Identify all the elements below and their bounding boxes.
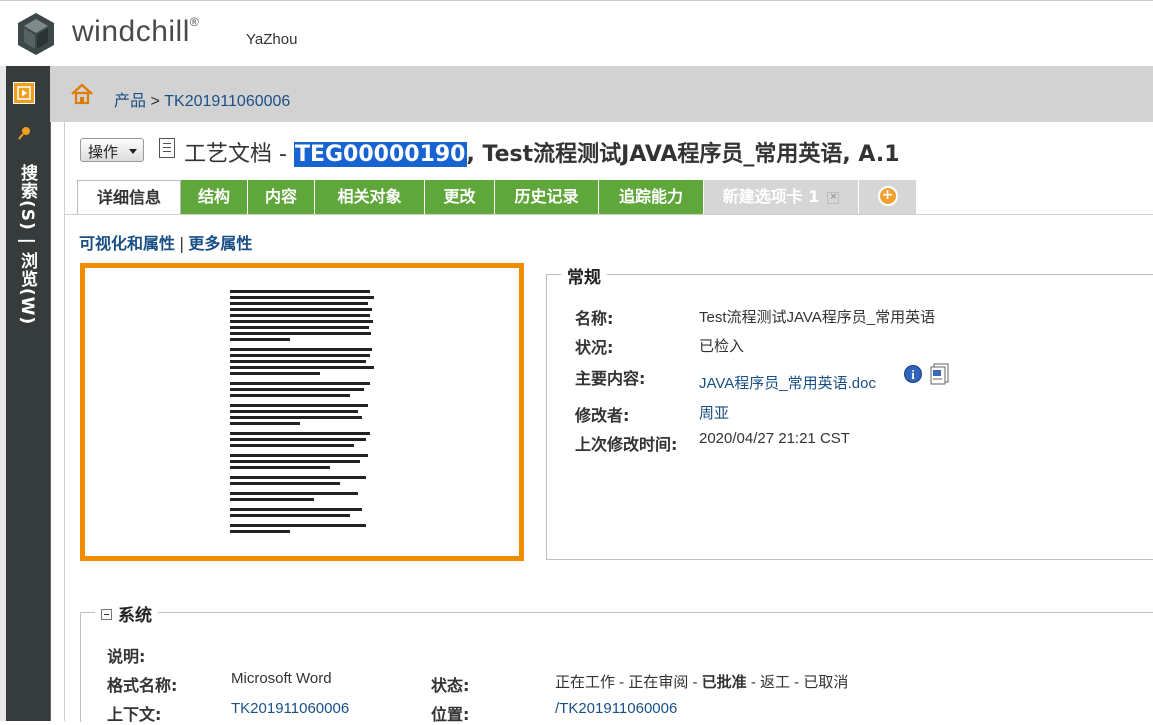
- last-modified-value: 2020/04/27 21:21 CST: [699, 430, 850, 447]
- info-icon[interactable]: i: [904, 365, 922, 383]
- pin-icon[interactable]: [18, 126, 32, 140]
- tab-history[interactable]: 历史记录: [495, 180, 599, 214]
- document-preview-image: [230, 290, 374, 533]
- attributes-subnav: 可视化和属性 | 更多属性: [79, 230, 252, 254]
- description-label: 说明:: [107, 647, 146, 666]
- title-name: , Test流程测试JAVA程序员_常用英语, A.1: [466, 142, 900, 167]
- home-icon[interactable]: [70, 83, 94, 105]
- breadcrumb: 产品 > TK201911060006: [114, 87, 290, 111]
- context-link[interactable]: TK201911060006: [231, 700, 349, 717]
- brand-name: windchill®: [72, 15, 200, 48]
- name-label: 名称:: [575, 309, 614, 328]
- more-attributes-link[interactable]: 更多属性: [188, 234, 252, 253]
- lifecycle-state-label: 状态:: [431, 676, 470, 695]
- location-link[interactable]: /TK201911060006: [555, 700, 677, 717]
- document-icon: [159, 138, 175, 158]
- context-label: 上下文:: [107, 705, 162, 724]
- collapse-icon[interactable]: [101, 609, 112, 620]
- main-content: 操作 工艺文档 - TEG00000190, Test流程测试JAVA程序员_常…: [64, 122, 1153, 724]
- expand-navigator-icon[interactable]: [13, 82, 35, 104]
- last-modified-label: 上次修改时间:: [575, 435, 678, 454]
- title-number: TEG00000190: [293, 142, 467, 167]
- chevron-down-icon: [129, 149, 137, 154]
- document-thumbnail[interactable]: [80, 263, 524, 561]
- format-value: Microsoft Word: [231, 670, 332, 687]
- windchill-logo-icon[interactable]: [14, 11, 58, 57]
- primary-content-link[interactable]: JAVA程序员_常用英语.doc: [699, 372, 876, 393]
- add-icon: +: [877, 186, 898, 206]
- title-type: 工艺文档 -: [184, 142, 294, 167]
- breadcrumb-separator: >: [150, 93, 160, 110]
- tab-traceability[interactable]: 追踪能力: [599, 180, 704, 214]
- app-header: windchill® YaZhou: [0, 0, 1153, 67]
- breadcrumb-root[interactable]: 产品: [114, 93, 146, 110]
- actions-label: 操作: [88, 143, 119, 161]
- name-value: Test流程测试JAVA程序员_常用英语: [699, 309, 936, 326]
- navigator-sidebar: 搜索(S) | 浏览(W): [0, 66, 51, 721]
- breadcrumb-bar: 产品 > TK201911060006: [50, 66, 1153, 122]
- location-label: 位置:: [431, 705, 470, 724]
- tab-content[interactable]: 内容: [248, 180, 315, 214]
- search-browse-tab[interactable]: 搜索(S) | 浏览(W): [10, 164, 40, 325]
- modified-by-link[interactable]: 周亚: [699, 402, 729, 423]
- system-panel: 系统 说明: 格式名称: Microsoft Word 状态: 正在工作 - 正…: [80, 601, 1153, 724]
- breadcrumb-current[interactable]: TK201911060006: [164, 93, 290, 110]
- status-value: 已检入: [699, 338, 745, 355]
- sidebar-edge: [0, 66, 6, 721]
- actions-menu-button[interactable]: 操作: [80, 138, 144, 162]
- general-panel: 常规 名称: Test流程测试JAVA程序员_常用英语 状况: 已检入 主要内容…: [546, 263, 1153, 560]
- tab-structure[interactable]: 结构: [181, 180, 248, 214]
- close-tab-icon[interactable]: ×: [827, 191, 840, 204]
- tab-details[interactable]: 详细信息: [77, 180, 181, 214]
- visualization-attributes-link[interactable]: 可视化和属性: [79, 234, 175, 253]
- format-label: 格式名称:: [107, 676, 178, 695]
- page-title: 工艺文档 - TEG00000190, Test流程测试JAVA程序员_常用英语…: [184, 136, 900, 168]
- tab-new-tab-1[interactable]: 新建选项卡 1 ×: [704, 180, 859, 214]
- add-tab-button[interactable]: +: [859, 180, 917, 214]
- status-label: 状况:: [575, 338, 614, 357]
- tab-divider: [65, 214, 1153, 215]
- modified-by-label: 修改者:: [575, 406, 630, 425]
- primary-content-label: 主要内容:: [575, 369, 646, 388]
- lifecycle-state-value: 正在工作 - 正在审阅 - 已批准 - 返工 - 已取消: [555, 674, 849, 691]
- tab-related-objects[interactable]: 相关对象: [315, 180, 425, 214]
- subnav-separator: |: [179, 234, 185, 253]
- word-document-icon[interactable]: [930, 363, 950, 385]
- general-legend: 常规: [561, 263, 607, 288]
- system-legend: 系统: [95, 601, 158, 626]
- tab-changes[interactable]: 更改: [425, 180, 495, 214]
- user-name[interactable]: YaZhou: [246, 31, 297, 48]
- current-state: 已批准: [701, 674, 747, 691]
